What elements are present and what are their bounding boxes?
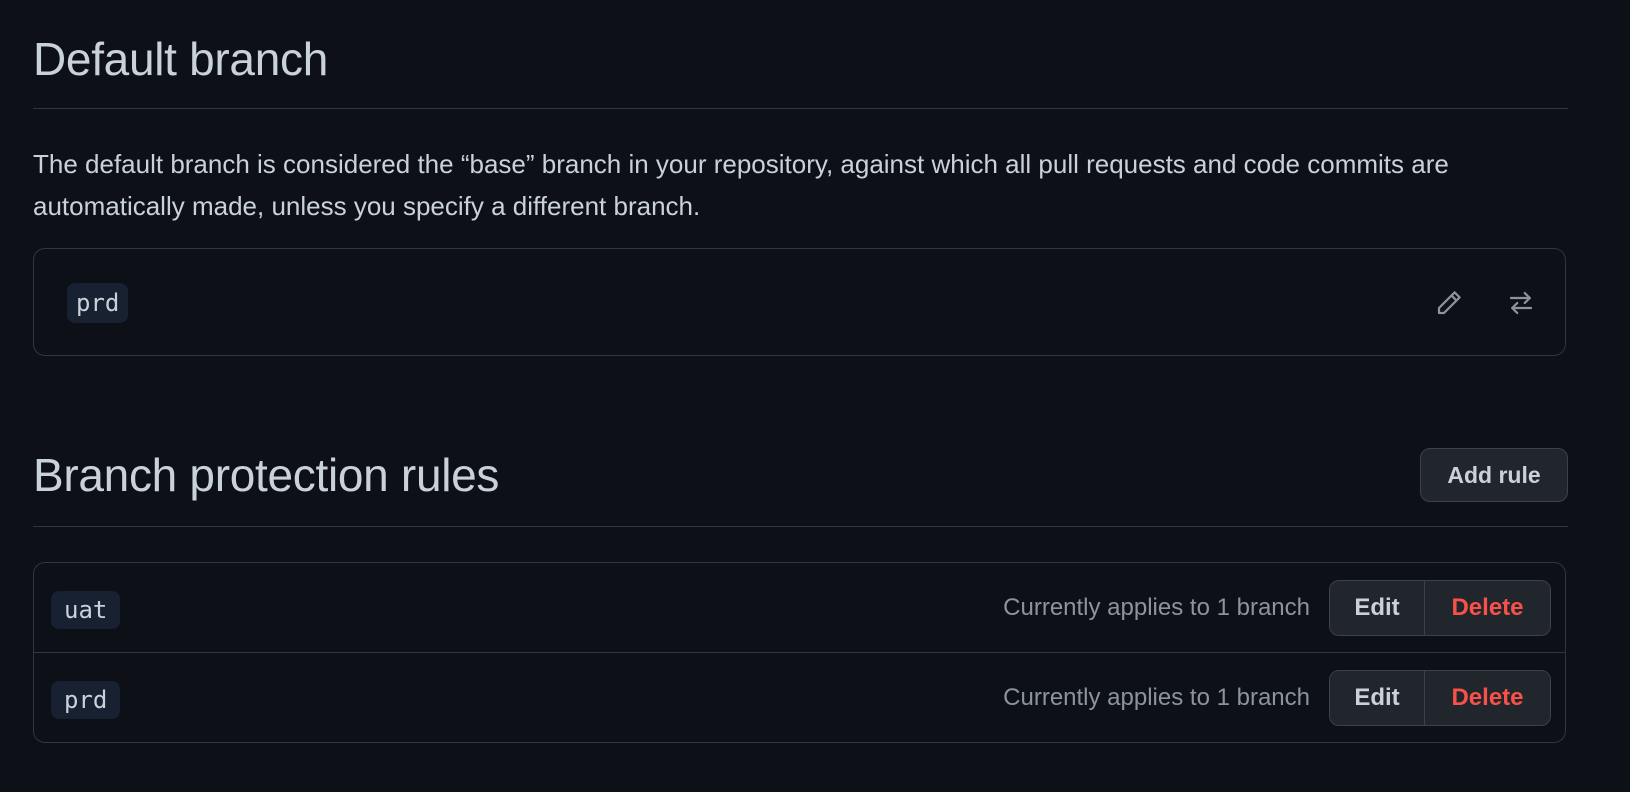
edit-rule-button[interactable]: Edit [1330, 671, 1425, 725]
edit-rule-button[interactable]: Edit [1330, 581, 1425, 635]
rule-row-prd: prd Currently applies to 1 branch Edit D… [34, 652, 1565, 743]
default-branch-box: prd [33, 248, 1566, 356]
arrow-switch-icon [1509, 291, 1533, 315]
pencil-icon [1437, 291, 1461, 315]
switch-branch-button[interactable] [1501, 283, 1541, 323]
add-rule-button[interactable]: Add rule [1420, 448, 1568, 502]
default-branch-name: prd [67, 283, 129, 323]
branch-protection-heading: Branch protection rules [33, 449, 500, 501]
rule-actions: Edit Delete [1329, 670, 1551, 726]
default-branch-description: The default branch is considered the “ba… [33, 149, 1449, 221]
branch-protection-divider [33, 526, 1568, 527]
default-branch-divider [33, 108, 1568, 109]
rule-pattern: prd [51, 681, 121, 719]
rule-applies-text: Currently applies to 1 branch [1003, 594, 1310, 621]
default-branch-heading: Default branch [33, 33, 328, 85]
rename-branch-button[interactable] [1429, 283, 1469, 323]
rule-actions: Edit Delete [1329, 580, 1551, 636]
rule-pattern: uat [51, 591, 121, 629]
delete-rule-button[interactable]: Delete [1425, 671, 1550, 725]
rule-applies-text: Currently applies to 1 branch [1003, 684, 1310, 711]
rules-list: uat Currently applies to 1 branch Edit D… [33, 562, 1566, 743]
delete-rule-button[interactable]: Delete [1425, 581, 1550, 635]
rule-row-uat: uat Currently applies to 1 branch Edit D… [34, 563, 1565, 653]
